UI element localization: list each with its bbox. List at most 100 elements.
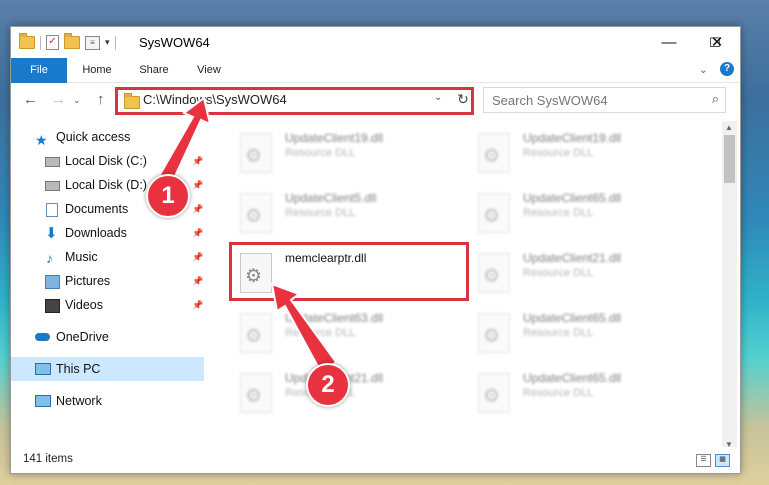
file-type: Resource DLL xyxy=(523,147,594,159)
properties-icon[interactable]: ≡ xyxy=(85,35,100,50)
search-box[interactable]: ⌕ xyxy=(483,87,726,113)
ribbon-controls: ⌄ ? xyxy=(699,62,734,76)
tab-view[interactable]: View xyxy=(187,58,231,82)
drive-icon xyxy=(45,157,60,167)
tiles-view-icon[interactable]: ▦ xyxy=(715,454,730,467)
customize-toolbar-arrow-icon[interactable]: ▾ xyxy=(105,37,110,48)
dll-file-icon xyxy=(478,193,510,233)
sidebar-item-label: Music xyxy=(65,250,98,264)
drive-icon xyxy=(45,181,60,191)
file-name: UpdateClient19.dll xyxy=(285,131,384,145)
ribbon: File Home Share View ⌄ ? xyxy=(11,58,740,114)
sidebar-item-quick-access[interactable]: ★ Quick access xyxy=(11,125,204,149)
file-item[interactable]: UpdateClient19.dll Resource DLL xyxy=(228,125,458,181)
sidebar-item-downloads[interactable]: ⬇ Downloads 📌 xyxy=(11,221,204,245)
file-explorer-window: ✓ ≡ ▾ SysWOW64 — ☐ ✕ File Home Share Vie… xyxy=(10,26,741,474)
details-view-icon[interactable]: ☰ xyxy=(696,454,711,467)
recent-locations-chevron-icon[interactable]: ⌄ xyxy=(73,95,81,106)
checkmark-icon[interactable]: ✓ xyxy=(46,35,59,50)
search-input[interactable] xyxy=(490,91,694,109)
quick-access-toolbar: ✓ ≡ ▾ xyxy=(19,33,116,50)
dll-file-icon xyxy=(478,253,510,293)
file-item[interactable]: UpdateClient65.dll Resource DLL xyxy=(466,365,696,421)
item-count: 141 items xyxy=(23,453,73,465)
cloud-icon xyxy=(35,333,50,341)
help-icon[interactable]: ? xyxy=(720,62,734,76)
sidebar-item-label: Quick access xyxy=(56,130,131,144)
sidebar-item-label: OneDrive xyxy=(56,330,109,344)
scroll-up-arrow-icon[interactable]: ▲ xyxy=(725,123,733,132)
expand-ribbon-chevron-icon[interactable]: ⌄ xyxy=(699,63,708,76)
file-item[interactable]: UpdateClient65.dll Resource DLL xyxy=(466,185,696,241)
back-arrow-icon[interactable]: ← xyxy=(23,91,38,108)
sidebar-item-local-disk-c[interactable]: Local Disk (C:) 📌 xyxy=(11,149,204,173)
file-name: UpdateClient65.dll xyxy=(523,191,622,205)
address-highlight-box xyxy=(115,87,474,115)
dll-file-icon xyxy=(240,373,272,413)
file-name: UpdateClient63.dll xyxy=(285,311,384,325)
file-type: Resource DLL xyxy=(285,207,356,219)
window-title: SysWOW64 xyxy=(139,35,210,50)
file-list: UpdateClient19.dll Resource DLL UpdateCl… xyxy=(216,121,721,451)
sidebar-item-videos[interactable]: Videos 📌 xyxy=(11,293,204,317)
sidebar-item-music[interactable]: ♪ Music 📌 xyxy=(11,245,204,269)
dll-file-icon xyxy=(240,193,272,233)
pin-icon[interactable]: 📌 xyxy=(192,293,203,317)
scrollbar-thumb[interactable] xyxy=(724,135,735,183)
file-name: UpdateClient19.dll xyxy=(523,131,622,145)
file-type: Resource DLL xyxy=(523,267,594,279)
sidebar-item-label: Pictures xyxy=(65,274,111,288)
file-item[interactable]: UpdateClient65.dll Resource DLL xyxy=(466,305,696,361)
minimize-button[interactable]: — xyxy=(646,27,692,58)
new-folder-icon[interactable] xyxy=(64,33,80,49)
toolbar-divider xyxy=(114,35,116,50)
sidebar-item-label: Network xyxy=(56,394,102,408)
sidebar-item-this-pc[interactable]: This PC xyxy=(11,357,204,381)
navigation-pane: ★ Quick access Local Disk (C:) 📌 Local D… xyxy=(11,121,204,451)
forward-arrow-icon[interactable]: → xyxy=(51,91,66,108)
tab-share[interactable]: Share xyxy=(131,58,177,82)
close-button[interactable]: ✕ xyxy=(694,27,740,58)
file-type: Resource DLL xyxy=(523,327,594,339)
file-name: UpdateClient65.dll xyxy=(523,371,622,385)
navigation-bar: ← → ⌄ ↑ C:\Windows\SysWOW64 ⌄ ↻ ⌕ xyxy=(11,83,740,117)
folder-icon xyxy=(19,33,35,49)
file-item[interactable]: UpdateClient5.dll Resource DLL xyxy=(228,185,458,241)
pin-icon[interactable]: 📌 xyxy=(192,149,203,173)
pin-icon[interactable]: 📌 xyxy=(192,197,203,221)
document-icon xyxy=(46,203,58,217)
pin-icon[interactable]: 📌 xyxy=(192,173,203,197)
title-bar: ✓ ≡ ▾ SysWOW64 — ☐ xyxy=(11,27,740,58)
sidebar-item-pictures[interactable]: Pictures 📌 xyxy=(11,269,204,293)
file-item[interactable]: UpdateClient19.dll Resource DLL xyxy=(466,125,696,181)
network-icon xyxy=(35,395,51,407)
pin-icon[interactable]: 📌 xyxy=(192,269,203,293)
pin-icon[interactable]: 📌 xyxy=(192,221,203,245)
toolbar-divider xyxy=(40,35,41,50)
pin-icon[interactable]: 📌 xyxy=(192,245,203,269)
file-name: UpdateClient5.dll xyxy=(285,191,377,205)
callout-badge-1: 1 xyxy=(146,174,190,218)
sidebar-item-label: This PC xyxy=(56,362,101,376)
sidebar-item-label: Documents xyxy=(65,202,129,216)
search-icon[interactable]: ⌕ xyxy=(712,91,719,107)
sidebar-item-onedrive[interactable]: OneDrive xyxy=(11,325,204,349)
file-item[interactable]: UpdateClient63.dll Resource DLL xyxy=(228,305,458,361)
dll-file-icon xyxy=(478,373,510,413)
file-name: UpdateClient65.dll xyxy=(523,311,622,325)
vertical-scrollbar[interactable]: ▲ ▼ xyxy=(722,121,737,451)
up-arrow-icon[interactable]: ↑ xyxy=(97,91,105,108)
sidebar-item-label: Downloads xyxy=(65,226,127,240)
file-type: Resource DLL xyxy=(523,387,594,399)
sidebar-item-network[interactable]: Network xyxy=(11,389,204,413)
music-icon: ♪ xyxy=(46,250,53,266)
dll-file-icon xyxy=(478,313,510,353)
star-icon: ★ xyxy=(35,132,48,148)
view-switcher: ☰ ▦ xyxy=(696,454,730,467)
file-name: UpdateClient21.dll xyxy=(523,251,622,265)
file-type: Resource DLL xyxy=(523,207,594,219)
file-item[interactable]: UpdateClient21.dll Resource DLL xyxy=(466,245,696,301)
dll-file-icon xyxy=(240,133,272,173)
tab-home[interactable]: Home xyxy=(73,58,121,82)
file-highlight-box xyxy=(229,242,469,301)
